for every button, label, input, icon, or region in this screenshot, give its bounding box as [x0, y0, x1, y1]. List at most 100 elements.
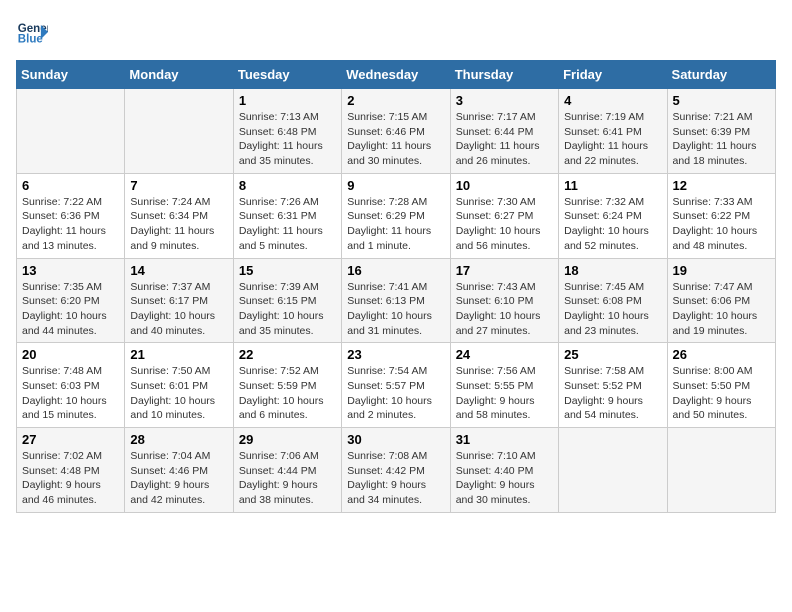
day-number: 13 — [22, 263, 119, 278]
day-number: 26 — [673, 347, 770, 362]
day-number: 21 — [130, 347, 227, 362]
calendar-cell: 26 Sunrise: 8:00 AMSunset: 5:50 PMDayligh… — [667, 343, 775, 428]
day-number: 27 — [22, 432, 119, 447]
day-info: Sunrise: 7:32 AMSunset: 6:24 PMDaylight:… — [564, 195, 661, 254]
calendar-cell: 22 Sunrise: 7:52 AMSunset: 5:59 PMDayligh… — [233, 343, 341, 428]
day-number: 3 — [456, 93, 553, 108]
day-info: Sunrise: 7:50 AMSunset: 6:01 PMDaylight:… — [130, 364, 227, 423]
calendar-cell: 24Sunrise: 7:56 AMSunset: 5:55 PMDayligh… — [450, 343, 558, 428]
weekday-header: Friday — [559, 61, 667, 89]
day-info: Sunrise: 7:43 AMSunset: 6:10 PMDaylight:… — [456, 280, 553, 339]
calendar-cell: 2 Sunrise: 7:15 AMSunset: 6:46 PMDaylight… — [342, 89, 450, 174]
day-number: 14 — [130, 263, 227, 278]
calendar-cell: 5 Sunrise: 7:21 AMSunset: 6:39 PMDaylight… — [667, 89, 775, 174]
calendar-cell: 21 Sunrise: 7:50 AMSunset: 6:01 PMDayligh… — [125, 343, 233, 428]
calendar-cell: 15 Sunrise: 7:39 AMSunset: 6:15 PMDayligh… — [233, 258, 341, 343]
logo: General Blue — [16, 16, 52, 48]
day-number: 9 — [347, 178, 444, 193]
day-number: 11 — [564, 178, 661, 193]
calendar-cell — [667, 428, 775, 513]
day-number: 18 — [564, 263, 661, 278]
day-number: 4 — [564, 93, 661, 108]
calendar-cell — [17, 89, 125, 174]
calendar-week-row: 27 Sunrise: 7:02 AMSunset: 4:48 PMDayligh… — [17, 428, 776, 513]
day-number: 8 — [239, 178, 336, 193]
day-info: Sunrise: 7:54 AMSunset: 5:57 PMDaylight:… — [347, 364, 444, 423]
calendar-cell: 27 Sunrise: 7:02 AMSunset: 4:48 PMDayligh… — [17, 428, 125, 513]
weekday-header: Tuesday — [233, 61, 341, 89]
calendar-cell: 6 Sunrise: 7:22 AMSunset: 6:36 PMDaylight… — [17, 173, 125, 258]
day-info: Sunrise: 7:52 AMSunset: 5:59 PMDaylight:… — [239, 364, 336, 423]
calendar-cell: 17 Sunrise: 7:43 AMSunset: 6:10 PMDayligh… — [450, 258, 558, 343]
day-number: 25 — [564, 347, 661, 362]
day-info: Sunrise: 7:47 AMSunset: 6:06 PMDaylight:… — [673, 280, 770, 339]
day-number: 1 — [239, 93, 336, 108]
calendar-cell: 10 Sunrise: 7:30 AMSunset: 6:27 PMDayligh… — [450, 173, 558, 258]
calendar-cell: 11 Sunrise: 7:32 AMSunset: 6:24 PMDayligh… — [559, 173, 667, 258]
weekday-header: Saturday — [667, 61, 775, 89]
day-info: Sunrise: 7:30 AMSunset: 6:27 PMDaylight:… — [456, 195, 553, 254]
calendar-cell: 25 Sunrise: 7:58 AMSunset: 5:52 PMDayligh… — [559, 343, 667, 428]
calendar-cell: 16Sunrise: 7:41 AMSunset: 6:13 PMDayligh… — [342, 258, 450, 343]
day-info: Sunrise: 8:00 AMSunset: 5:50 PMDaylight:… — [673, 364, 770, 423]
day-info: Sunrise: 7:06 AMSunset: 4:44 PMDaylight:… — [239, 449, 336, 508]
day-info: Sunrise: 7:56 AMSunset: 5:55 PMDaylight:… — [456, 364, 553, 423]
day-info: Sunrise: 7:58 AMSunset: 5:52 PMDaylight:… — [564, 364, 661, 423]
day-info: Sunrise: 7:10 AMSunset: 4:40 PMDaylight:… — [456, 449, 553, 508]
weekday-header: Thursday — [450, 61, 558, 89]
day-info: Sunrise: 7:13 AMSunset: 6:48 PMDaylight:… — [239, 110, 336, 169]
day-number: 6 — [22, 178, 119, 193]
day-info: Sunrise: 7:41 AMSunset: 6:13 PMDaylight:… — [347, 280, 444, 339]
day-info: Sunrise: 7:04 AMSunset: 4:46 PMDaylight:… — [130, 449, 227, 508]
day-info: Sunrise: 7:15 AMSunset: 6:46 PMDaylight:… — [347, 110, 444, 169]
calendar-cell: 4 Sunrise: 7:19 AMSunset: 6:41 PMDaylight… — [559, 89, 667, 174]
day-info: Sunrise: 7:19 AMSunset: 6:41 PMDaylight:… — [564, 110, 661, 169]
day-number: 28 — [130, 432, 227, 447]
day-number: 23 — [347, 347, 444, 362]
day-info: Sunrise: 7:17 AMSunset: 6:44 PMDaylight:… — [456, 110, 553, 169]
calendar-cell: 30Sunrise: 7:08 AMSunset: 4:42 PMDayligh… — [342, 428, 450, 513]
day-number: 10 — [456, 178, 553, 193]
calendar-table: SundayMondayTuesdayWednesdayThursdayFrid… — [16, 60, 776, 513]
calendar-cell: 7 Sunrise: 7:24 AMSunset: 6:34 PMDaylight… — [125, 173, 233, 258]
calendar-cell: 14 Sunrise: 7:37 AMSunset: 6:17 PMDayligh… — [125, 258, 233, 343]
calendar-cell: 20Sunrise: 7:48 AMSunset: 6:03 PMDayligh… — [17, 343, 125, 428]
calendar-cell: 19 Sunrise: 7:47 AMSunset: 6:06 PMDayligh… — [667, 258, 775, 343]
day-number: 20 — [22, 347, 119, 362]
day-number: 31 — [456, 432, 553, 447]
day-number: 5 — [673, 93, 770, 108]
svg-text:Blue: Blue — [18, 34, 44, 46]
calendar-cell: 18Sunrise: 7:45 AMSunset: 6:08 PMDayligh… — [559, 258, 667, 343]
day-number: 15 — [239, 263, 336, 278]
day-number: 12 — [673, 178, 770, 193]
calendar-cell — [125, 89, 233, 174]
day-info: Sunrise: 7:39 AMSunset: 6:15 PMDaylight:… — [239, 280, 336, 339]
calendar-cell: 31 Sunrise: 7:10 AMSunset: 4:40 PMDayligh… — [450, 428, 558, 513]
calendar-cell: 1 Sunrise: 7:13 AMSunset: 6:48 PMDaylight… — [233, 89, 341, 174]
calendar-week-row: 20Sunrise: 7:48 AMSunset: 6:03 PMDayligh… — [17, 343, 776, 428]
day-number: 19 — [673, 263, 770, 278]
calendar-cell — [559, 428, 667, 513]
weekday-header: Wednesday — [342, 61, 450, 89]
calendar-cell: 29Sunrise: 7:06 AMSunset: 4:44 PMDayligh… — [233, 428, 341, 513]
day-info: Sunrise: 7:26 AMSunset: 6:31 PMDaylight:… — [239, 195, 336, 254]
weekday-header: Monday — [125, 61, 233, 89]
day-info: Sunrise: 7:22 AMSunset: 6:36 PMDaylight:… — [22, 195, 119, 254]
day-info: Sunrise: 7:24 AMSunset: 6:34 PMDaylight:… — [130, 195, 227, 254]
calendar-cell: 3 Sunrise: 7:17 AMSunset: 6:44 PMDaylight… — [450, 89, 558, 174]
calendar-cell: 8 Sunrise: 7:26 AMSunset: 6:31 PMDaylight… — [233, 173, 341, 258]
day-info: Sunrise: 7:33 AMSunset: 6:22 PMDaylight:… — [673, 195, 770, 254]
day-info: Sunrise: 7:08 AMSunset: 4:42 PMDaylight:… — [347, 449, 444, 508]
calendar-cell: 13Sunrise: 7:35 AMSunset: 6:20 PMDayligh… — [17, 258, 125, 343]
day-number: 2 — [347, 93, 444, 108]
day-number: 17 — [456, 263, 553, 278]
day-number: 22 — [239, 347, 336, 362]
day-info: Sunrise: 7:28 AMSunset: 6:29 PMDaylight:… — [347, 195, 444, 254]
calendar-week-row: 6 Sunrise: 7:22 AMSunset: 6:36 PMDaylight… — [17, 173, 776, 258]
day-info: Sunrise: 7:02 AMSunset: 4:48 PMDaylight:… — [22, 449, 119, 508]
day-info: Sunrise: 7:37 AMSunset: 6:17 PMDaylight:… — [130, 280, 227, 339]
calendar-cell: 23 Sunrise: 7:54 AMSunset: 5:57 PMDayligh… — [342, 343, 450, 428]
day-info: Sunrise: 7:21 AMSunset: 6:39 PMDaylight:… — [673, 110, 770, 169]
calendar-cell: 9 Sunrise: 7:28 AMSunset: 6:29 PMDaylight… — [342, 173, 450, 258]
day-number: 7 — [130, 178, 227, 193]
